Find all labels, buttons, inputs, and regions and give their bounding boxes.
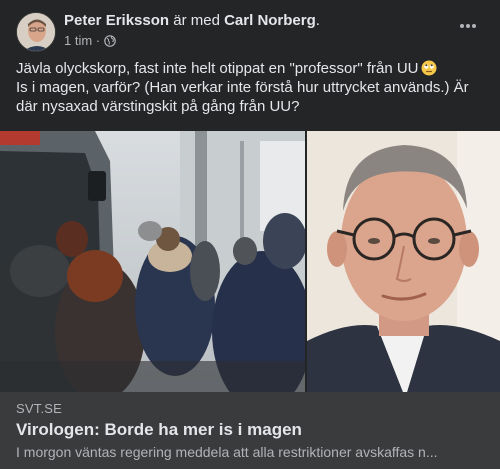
face-with-rolling-eyes-icon bbox=[421, 60, 437, 76]
link-preview[interactable]: SVT.SE Virologen: Borde ha mer is i mage… bbox=[0, 392, 500, 469]
link-description: I morgon väntas regering meddela att all… bbox=[16, 444, 438, 460]
tagged-suffix: . bbox=[315, 12, 320, 29]
post-text-line-2: Is i magen, varför? (Han verkar inte för… bbox=[16, 79, 469, 96]
post-header: Peter Eriksson är med Carl Norberg. 1 ti… bbox=[16, 10, 486, 54]
more-options-icon[interactable] bbox=[454, 16, 482, 36]
post-text-line-3: där nysaxad värstingskit på gång från UU… bbox=[16, 98, 300, 115]
portrait-photo[interactable] bbox=[307, 131, 500, 392]
link-source: SVT.SE bbox=[16, 401, 62, 416]
post-text-line-1: Jävla olyckskorp, fast inte helt otippat… bbox=[16, 59, 486, 78]
post-author-line: Peter Eriksson är med Carl Norberg. bbox=[64, 11, 320, 31]
tagged-name[interactable]: Carl Norberg bbox=[224, 12, 316, 29]
author-name[interactable]: Peter Eriksson bbox=[64, 12, 169, 29]
feed-post: Peter Eriksson är med Carl Norberg. 1 ti… bbox=[0, 0, 500, 469]
author-avatar[interactable] bbox=[16, 12, 56, 52]
post-time[interactable]: 1 tim bbox=[64, 33, 92, 48]
post-text: Jävla olyckskorp, fast inte helt otippat… bbox=[16, 59, 486, 116]
meta-separator: · bbox=[95, 33, 101, 48]
link-headline[interactable]: Virologen: Borde ha mer is i magen bbox=[16, 420, 302, 440]
with-text: är med bbox=[173, 12, 220, 29]
bus-stop-photo[interactable] bbox=[0, 131, 305, 392]
post-meta: 1 tim · bbox=[64, 33, 116, 49]
globe-icon[interactable] bbox=[103, 33, 116, 48]
